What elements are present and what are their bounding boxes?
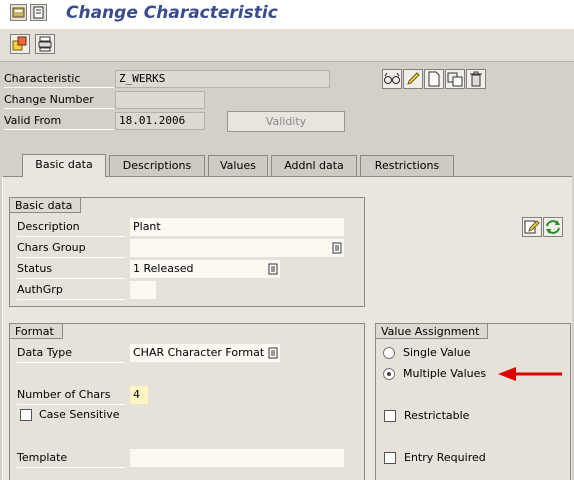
page-title: Change Characteristic [66, 3, 278, 23]
data-type-label: Data Type [17, 343, 125, 363]
data-type-value: CHAR Character Format [133, 346, 265, 359]
value-assignment-group: Value Assignment Single Value Multiple V… [375, 323, 571, 480]
description-label: Description [17, 217, 125, 237]
characteristic-label: Characteristic [4, 70, 114, 88]
value-assignment-group-title: Value Assignment [375, 323, 489, 339]
annotation-arrow-icon [498, 367, 562, 381]
dropdown-list-icon[interactable] [332, 242, 342, 254]
authgrp-label: AuthGrp [17, 280, 125, 300]
trash-icon[interactable] [466, 69, 486, 89]
chars-group-label: Chars Group [17, 238, 125, 258]
template-label: Template [17, 448, 125, 468]
tab-descriptions[interactable]: Descriptions [109, 155, 205, 176]
refresh-arrows-icon[interactable] [543, 217, 563, 237]
restrictable-label: Restrictable [404, 409, 470, 422]
status-value: 1 Released [133, 262, 194, 275]
basic-data-group-title: Basic data [9, 197, 82, 213]
application-toolbar [0, 29, 574, 62]
create-document-icon[interactable] [424, 69, 444, 89]
data-type-input[interactable]: CHAR Character Format [129, 343, 281, 363]
format-group-title: Format [9, 323, 63, 339]
authgrp-input[interactable] [129, 280, 157, 300]
num-chars-label: Number of Chars [17, 385, 125, 405]
valid-from-field: 18.01.2006 [115, 112, 205, 130]
gui-options-icon[interactable] [10, 4, 27, 21]
title-bar: Change Characteristic [0, 0, 574, 29]
valid-from-label: Valid From [4, 112, 114, 130]
case-sensitive-label: Case Sensitive [39, 408, 120, 421]
num-chars-input[interactable]: 4 [129, 385, 149, 405]
pencil-change-icon[interactable] [403, 69, 423, 89]
glasses-display-icon[interactable] [382, 69, 402, 89]
entry-required-checkbox[interactable] [384, 452, 396, 464]
dropdown-list-icon[interactable] [268, 347, 278, 359]
copy-icon[interactable] [445, 69, 465, 89]
format-group: Format Data Type CHAR Character Format N… [9, 323, 365, 480]
tab-restrictions[interactable]: Restrictions [360, 155, 454, 176]
characteristic-field: Z_WERKS [115, 70, 330, 88]
tab-values[interactable]: Values [208, 155, 268, 176]
where-used-icon[interactable] [35, 34, 55, 54]
description-input[interactable]: Plant [129, 217, 345, 237]
chars-group-input[interactable] [129, 238, 345, 258]
multiple-values-radio[interactable] [383, 368, 395, 380]
template-input[interactable] [129, 448, 345, 468]
entry-required-label: Entry Required [404, 451, 486, 464]
other-characteristic-icon[interactable] [10, 34, 30, 54]
status-label: Status [17, 259, 125, 279]
change-number-label: Change Number [4, 91, 114, 109]
single-value-label: Single Value [403, 346, 471, 359]
change-number-field [115, 91, 205, 109]
tab-addnl-data[interactable]: Addnl data [271, 155, 357, 176]
single-value-radio[interactable] [383, 347, 395, 359]
restrictable-checkbox[interactable] [384, 410, 396, 422]
validity-button[interactable]: Validity [227, 111, 345, 132]
system-menu-icon[interactable] [30, 4, 47, 21]
status-input[interactable]: 1 Released [129, 259, 281, 279]
dropdown-list-icon[interactable] [268, 263, 278, 275]
edit-values-icon[interactable] [522, 217, 542, 237]
case-sensitive-checkbox[interactable] [20, 409, 32, 421]
basic-data-group: Basic data Description Plant Chars Group… [9, 197, 365, 307]
multiple-values-label: Multiple Values [403, 367, 487, 380]
tab-basic-data[interactable]: Basic data [22, 154, 106, 177]
